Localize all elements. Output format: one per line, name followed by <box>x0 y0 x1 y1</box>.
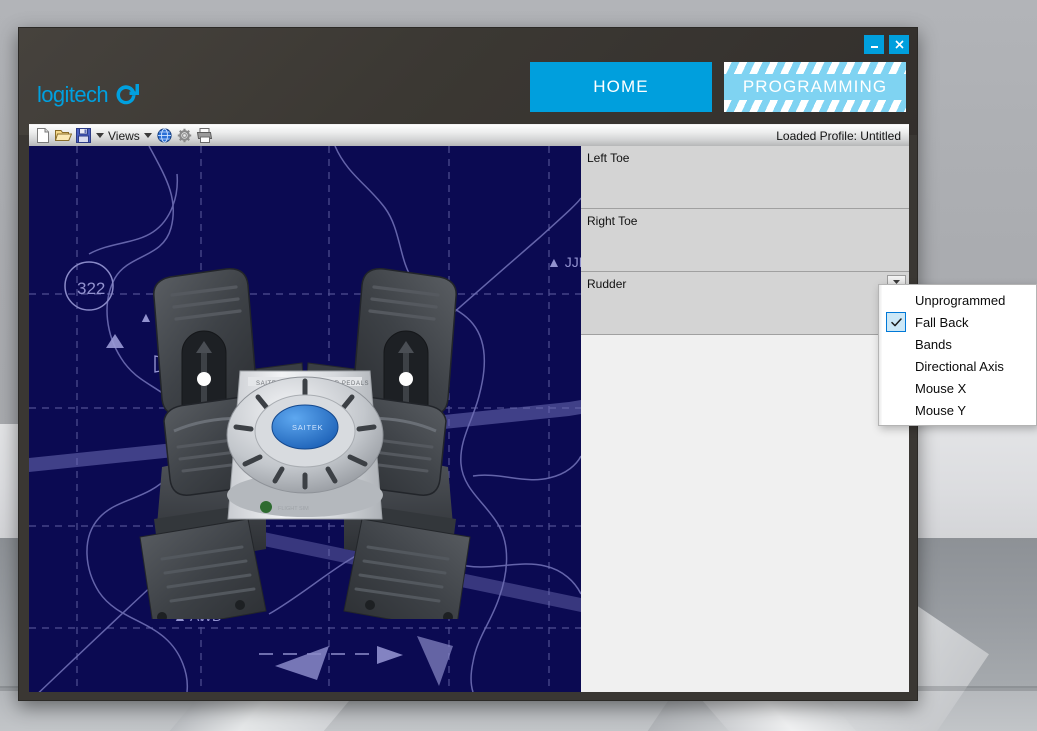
globe-icon[interactable] <box>155 127 175 145</box>
rudder-pedals-image: SAITEK FLIGHT RUDDER PEDALS SAITEK FLI <box>139 268 471 619</box>
open-folder-icon[interactable] <box>53 127 73 145</box>
menu-check-slot <box>879 377 913 399</box>
menu-item-mouse-y[interactable]: Mouse Y <box>879 399 1036 421</box>
menu-item-label: Mouse X <box>915 380 967 396</box>
axis-label-rudder: Rudder <box>587 277 627 291</box>
menu-item-label: Fall Back <box>915 314 969 330</box>
main-content: 322 ▲ KD ▲ JJH ▲ AWB <box>29 146 909 692</box>
views-button[interactable]: Views <box>106 129 142 143</box>
rudder-mode-menu: Unprogrammed Fall Back Bands Directional… <box>878 284 1037 426</box>
menu-check-slot <box>879 333 913 355</box>
axis-row-rudder[interactable]: Rudder <box>581 272 909 335</box>
save-dropdown-caret-icon[interactable] <box>93 127 106 145</box>
check-icon <box>886 312 906 332</box>
menu-gutter-strip <box>879 285 882 425</box>
menu-item-label: Directional Axis <box>915 358 1004 374</box>
minimize-button[interactable] <box>864 35 884 54</box>
menu-item-fall-back[interactable]: Fall Back <box>879 311 1036 333</box>
logitech-wordmark: logitech <box>37 82 109 107</box>
tab-home-label: HOME <box>593 77 649 96</box>
menu-item-label: Unprogrammed <box>915 292 1006 308</box>
menu-item-directional-axis[interactable]: Directional Axis <box>879 355 1036 377</box>
menu-item-label: Mouse Y <box>915 402 967 418</box>
close-button[interactable] <box>889 35 909 54</box>
stripe-pattern-bottom <box>724 100 906 112</box>
svg-text:FLIGHT SIM: FLIGHT SIM <box>278 506 309 512</box>
axis-row-right-toe[interactable]: Right Toe <box>581 209 909 272</box>
menu-item-label: Bands <box>915 336 952 352</box>
logitech-g-icon <box>115 82 141 108</box>
new-file-icon[interactable] <box>33 127 53 145</box>
axis-label-right-toe: Right Toe <box>587 214 638 228</box>
menu-item-unprogrammed[interactable]: Unprogrammed <box>879 289 1036 311</box>
tab-programming-label: PROGRAMMING <box>742 77 888 96</box>
menu-check-slot <box>879 289 913 311</box>
menu-check-slot <box>879 311 913 333</box>
stripe-pattern-top <box>724 62 906 74</box>
loaded-profile-label: Loaded Profile: Untitled <box>776 128 901 143</box>
menu-check-slot <box>879 399 913 421</box>
menu-item-mouse-x[interactable]: Mouse X <box>879 377 1036 399</box>
svg-text:▲ JJH: ▲ JJH <box>547 254 581 270</box>
axis-label-left-toe: Left Toe <box>587 151 630 165</box>
print-icon[interactable] <box>195 127 215 145</box>
tab-programming[interactable]: PROGRAMMING <box>724 62 906 112</box>
brand-header: logitech HOME PROGRAMMING <box>19 28 917 135</box>
views-dropdown-caret-icon[interactable] <box>142 127 155 145</box>
menu-check-slot <box>879 355 913 377</box>
gear-icon[interactable] <box>175 127 195 145</box>
application-window: logitech HOME PROGRAMMING Views Loaded P… <box>18 27 918 701</box>
save-icon[interactable] <box>73 127 93 145</box>
logitech-logo: logitech <box>37 82 141 108</box>
axis-config-pane: Left Toe Right Toe Rudder <box>581 146 909 692</box>
main-nav: HOME PROGRAMMING <box>530 62 906 112</box>
window-controls <box>864 35 909 55</box>
svg-text:SAITEK: SAITEK <box>292 423 323 432</box>
toolbar: Views Loaded Profile: Untitled <box>29 124 909 146</box>
axis-row-left-toe[interactable]: Left Toe <box>581 146 909 209</box>
tab-home[interactable]: HOME <box>530 62 712 112</box>
menu-item-bands[interactable]: Bands <box>879 333 1036 355</box>
device-preview-pane: 322 ▲ KD ▲ JJH ▲ AWB <box>29 146 581 692</box>
